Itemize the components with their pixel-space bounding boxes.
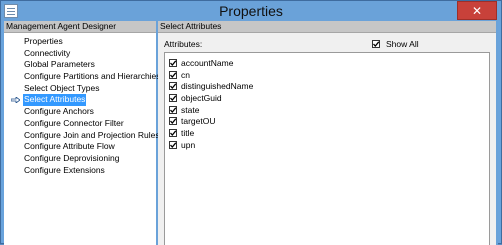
attribute-name: upn <box>181 139 196 150</box>
nav-item-connectivity[interactable]: Connectivity <box>4 48 156 60</box>
attribute-name: distinguishedName <box>181 81 254 92</box>
attribute-item[interactable]: distinguishedName <box>169 80 253 92</box>
nav-item-configure-extensions[interactable]: Configure Extensions <box>4 165 156 177</box>
nav-item-global-parameters[interactable]: Global Parameters <box>4 59 156 71</box>
show-all-label: Show All <box>386 39 419 49</box>
nav-item-configure-connector-filter[interactable]: Configure Connector Filter <box>4 118 156 130</box>
arrow-right-icon <box>11 97 20 104</box>
nav-item-configure-attribute-flow[interactable]: Configure Attribute Flow <box>4 141 156 153</box>
designer-nav-list: Properties Connectivity Global Parameter… <box>4 36 161 177</box>
attribute-item[interactable]: targetOU <box>169 115 253 127</box>
attribute-item[interactable]: title <box>169 127 253 139</box>
attribute-name: targetOU <box>181 116 216 127</box>
checkmark-icon[interactable] <box>169 82 177 91</box>
checkmark-icon[interactable] <box>169 117 177 126</box>
attributes-listbox[interactable]: accountName cn distinguishedName objectG… <box>164 52 490 245</box>
attribute-item[interactable]: upn <box>169 139 253 151</box>
designer-nav-pane: Management Agent Designer Properties Con… <box>4 21 161 245</box>
nav-item-configure-join-projection[interactable]: Configure Join and Projection Rules <box>4 130 160 142</box>
attribute-item[interactable]: accountName <box>169 57 253 69</box>
attribute-item[interactable]: objectGuid <box>169 92 253 104</box>
attribute-name: title <box>181 127 195 138</box>
attributes-list: accountName cn distinguishedName objectG… <box>169 57 253 151</box>
checkmark-icon[interactable] <box>372 40 380 48</box>
window-title: Properties <box>219 3 283 19</box>
nav-item-properties[interactable]: Properties <box>4 36 156 48</box>
attribute-name: cn <box>181 69 190 80</box>
checkmark-icon[interactable] <box>169 128 177 137</box>
attribute-name: state <box>181 104 200 115</box>
attributes-label: Attributes: <box>164 39 203 49</box>
attribute-item[interactable]: cn <box>169 69 253 81</box>
attribute-item[interactable]: state <box>169 104 253 116</box>
checkmark-icon[interactable] <box>169 140 177 149</box>
nav-item-configure-deprovisioning[interactable]: Configure Deprovisioning <box>4 153 156 165</box>
show-all-checkbox[interactable]: Show All <box>372 39 419 49</box>
nav-pane-header: Management Agent Designer <box>4 21 156 33</box>
checkmark-icon[interactable] <box>169 70 177 79</box>
close-button[interactable]: ✕ <box>457 1 497 20</box>
close-icon: ✕ <box>471 3 483 18</box>
title-bar[interactable]: Properties ✕ <box>1 1 501 21</box>
select-attributes-header: Select Attributes <box>158 21 498 33</box>
properties-window: Properties ✕ Management Agent Designer P… <box>0 0 502 245</box>
nav-item-select-attributes[interactable]: Select Attributes <box>4 94 156 107</box>
nav-item-configure-anchors[interactable]: Configure Anchors <box>4 106 156 118</box>
checkmark-icon[interactable] <box>169 105 177 114</box>
dialog-body: Management Agent Designer Properties Con… <box>4 21 498 245</box>
attribute-name: objectGuid <box>181 92 222 103</box>
checkmark-icon[interactable] <box>169 93 177 102</box>
nav-item-select-object-types[interactable]: Select Object Types <box>4 83 156 95</box>
checkmark-icon[interactable] <box>169 58 177 67</box>
nav-item-configure-partitions[interactable]: Configure Partitions and Hierarchies <box>4 71 161 83</box>
window-right-edge <box>496 21 498 245</box>
attribute-name: accountName <box>181 57 234 68</box>
select-attributes-pane: Select Attributes Attributes: Show All a… <box>158 21 498 245</box>
